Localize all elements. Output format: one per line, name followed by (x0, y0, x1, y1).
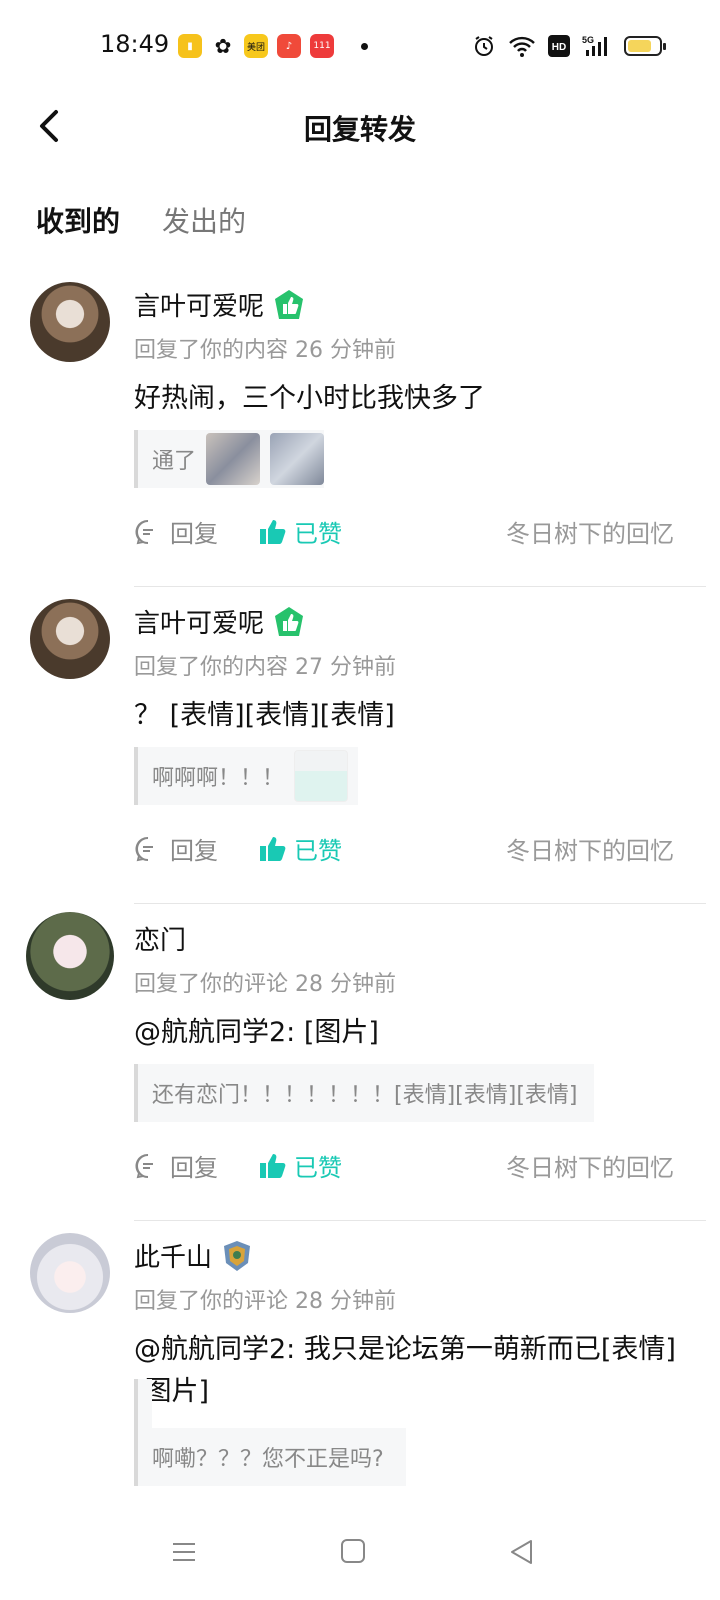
username[interactable]: 言叶可爱呢 (134, 603, 306, 640)
svg-text:5G: 5G (582, 35, 594, 45)
hd-icon: HD (548, 35, 570, 57)
action-row: 回复 已赞 冬日树下的回忆 (134, 514, 674, 549)
notification-icons: ▮ ✿ 美团 ♪ 111 (178, 34, 368, 58)
like-button[interactable]: 已赞 (258, 514, 342, 549)
username[interactable]: 恋门 (134, 920, 186, 957)
reply-item[interactable]: 言叶可爱呢 回复了你的内容 27 分钟前 ？ [表情][表情][表情] 啊啊啊！… (0, 587, 720, 904)
home-square-icon[interactable] (340, 1538, 366, 1564)
taobao-icon: 111 (310, 34, 334, 58)
status-time: 18:49 (100, 30, 170, 58)
quoted-image-thumbnail (270, 433, 325, 485)
username-text: 恋门 (134, 926, 187, 956)
quoted-post[interactable]: 啊嘞？？？您不正是吗? (134, 1428, 406, 1486)
tab-sent[interactable]: 发出的 (162, 200, 246, 240)
like-button[interactable]: 已赞 (258, 1148, 342, 1183)
more-notifications-dot (361, 42, 368, 50)
reply-item[interactable]: 恋门 回复了你的评论 28 分钟前 @航航同学2: [图片] 还有恋门！！！！！… (0, 904, 720, 1221)
username-text: 此千山 (134, 1243, 213, 1273)
svg-text:HD: HD (552, 42, 566, 53)
liked-label: 已赞 (294, 520, 342, 548)
alarm-icon (475, 36, 493, 56)
menu-icon[interactable] (170, 1538, 198, 1566)
username-text: 言叶可爱呢 (134, 609, 265, 639)
level-badge-icon (275, 289, 304, 319)
avatar[interactable] (26, 912, 114, 1000)
quoted-post[interactable]: 通了 (134, 430, 325, 488)
page-header: 回复转发 (0, 92, 720, 162)
signal-5g-icon: 5G (582, 35, 607, 56)
reply-meta: 回复了你的内容 26 分钟前 (134, 338, 396, 363)
tab-received-label: 收到的 (36, 205, 121, 238)
music-app-icon: ♪ (277, 34, 301, 58)
wechat-icon: ✿ (211, 34, 235, 58)
liked-label: 已赞 (294, 1154, 342, 1182)
thumbs-up-icon (260, 1153, 286, 1178)
quoted-text: 通了 (152, 449, 197, 474)
reply-content[interactable]: 好热闹，三个小时比我快多了 (134, 378, 694, 420)
liked-label: 已赞 (294, 837, 342, 865)
comment-icon (135, 1153, 153, 1178)
level-badge-icon (275, 606, 304, 636)
tab-received[interactable]: 收到的 (36, 200, 120, 240)
username[interactable]: 言叶可爱呢 (134, 286, 306, 323)
comment-icon (135, 519, 153, 544)
reply-button[interactable]: 回复 (134, 831, 218, 866)
reply-list: 言叶可爱呢 回复了你的内容 26 分钟前 好热闹，三个小时比我快多了 通了 回复… (0, 270, 720, 1481)
like-button[interactable]: 已赞 (258, 831, 342, 866)
reply-meta: 回复了你的评论 28 分钟前 (134, 972, 396, 997)
origin-post-title[interactable]: 冬日树下的回忆 (506, 831, 674, 866)
reply-label: 回复 (170, 520, 218, 548)
wifi-icon (509, 36, 535, 57)
reply-label: 回复 (170, 1154, 218, 1182)
reply-label: 回复 (170, 837, 218, 865)
avatar[interactable] (30, 282, 110, 362)
reply-content[interactable]: ？ [表情][表情][表情] (134, 695, 694, 737)
avatar[interactable] (30, 1233, 110, 1313)
reply-meta: 回复了你的内容 27 分钟前 (134, 655, 396, 680)
username[interactable]: 此千山 (134, 1237, 254, 1274)
back-triangle-icon[interactable] (508, 1538, 534, 1566)
quoted-text: 啊啊啊！！！ (152, 766, 285, 791)
thumbs-up-icon (260, 836, 286, 861)
reply-button[interactable]: 回复 (134, 514, 218, 549)
quoted-image-thumbnail (206, 433, 261, 485)
system-nav-bar (0, 1508, 720, 1600)
book-app-icon: ▮ (178, 34, 202, 58)
action-row: 回复 已赞 冬日树下的回忆 (134, 831, 674, 866)
thumbs-up-icon (260, 519, 286, 544)
comment-icon (135, 836, 153, 861)
reply-item[interactable]: 言叶可爱呢 回复了你的内容 26 分钟前 好热闹，三个小时比我快多了 通了 回复… (0, 270, 720, 587)
quoted-post[interactable]: 还有恋门！！！！！！！[表情][表情][表情] (134, 1064, 594, 1122)
tab-bar: 收到的 发出的 (36, 200, 246, 240)
quoted-post[interactable]: 啊啊啊！！！ (134, 747, 358, 805)
origin-post-title[interactable]: 冬日树下的回忆 (506, 514, 674, 549)
origin-post-title[interactable]: 冬日树下的回忆 (506, 1148, 674, 1183)
username-text: 言叶可爱呢 (134, 292, 265, 322)
tab-sent-label: 发出的 (162, 205, 247, 238)
status-bar: 18:49 ▮ ✿ 美团 ♪ 111 HD 5G (0, 0, 720, 92)
action-row: 回复 已赞 冬日树下的回忆 (134, 1148, 674, 1183)
avatar[interactable] (30, 599, 110, 679)
quoted-text: 啊嘞？？？您不正是吗? (152, 1447, 384, 1472)
quoted-image-thumbnail (294, 750, 349, 802)
quoted-text: 还有恋门！！！！！！！[表情][表情][表情] (152, 1083, 578, 1108)
reply-content[interactable]: @航航同学2: 我只是论坛第一萌新而已[表情][图片] (134, 1329, 694, 1413)
reply-content[interactable]: @航航同学2: [图片] (134, 1012, 694, 1054)
reply-meta: 回复了你的评论 28 分钟前 (134, 1289, 396, 1314)
shield-badge-icon (224, 1240, 251, 1271)
system-icons: HD 5G (472, 34, 666, 58)
reply-button[interactable]: 回复 (134, 1148, 218, 1183)
page-title: 回复转发 (303, 113, 416, 146)
meituan-icon: 美团 (244, 34, 268, 58)
battery-icon (624, 36, 666, 56)
